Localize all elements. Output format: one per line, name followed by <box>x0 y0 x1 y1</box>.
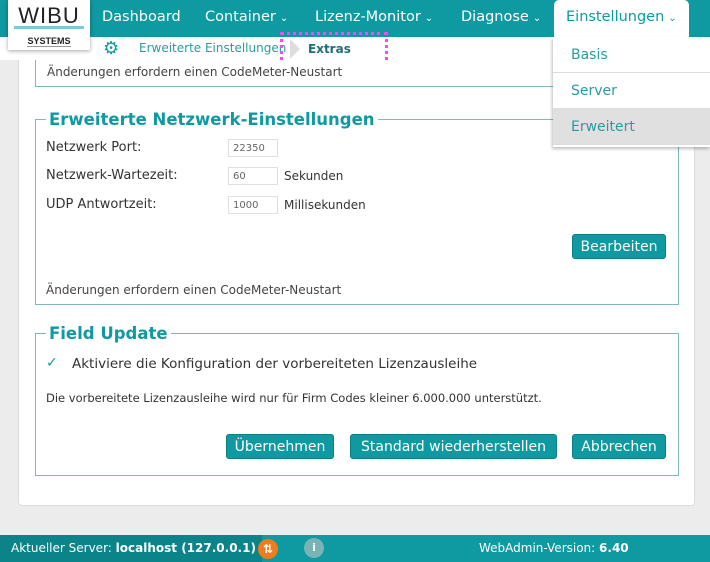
nav-dashboard[interactable]: Dashboard <box>102 0 181 37</box>
network-port-input[interactable]: 22350 <box>228 139 278 157</box>
chevron-down-icon: ⌄ <box>668 13 677 24</box>
chevron-down-icon: ⌄ <box>424 13 434 24</box>
cancel-button[interactable]: Abbrechen <box>572 434 666 459</box>
apply-button[interactable]: Übernehmen <box>226 434 334 459</box>
chevron-down-icon: ⌄ <box>532 13 542 24</box>
menu-item-erweitert[interactable]: Erweitert <box>553 109 710 145</box>
gears-icon: ⚙ <box>103 38 120 59</box>
nav-einstellungen[interactable]: Einstellungen ⌄ <box>554 0 689 37</box>
wibu-logo[interactable]: WIBU SYSTEMS <box>8 0 90 50</box>
menu-item-basis[interactable]: Basis <box>553 37 710 73</box>
status-bar: Aktueller Server: localhost (127.0.0.1) … <box>0 535 710 562</box>
menu-item-server[interactable]: Server <box>553 73 710 109</box>
restore-defaults-button[interactable]: Standard wiederherstellen <box>350 434 557 459</box>
udp-timeout-input[interactable]: 1000 <box>228 196 278 214</box>
breadcrumb-parent[interactable]: Erweiterte Einstellungen <box>139 41 286 55</box>
chevron-down-icon: ⌄ <box>279 13 289 24</box>
edit-button[interactable]: Bearbeiten <box>572 234 666 259</box>
nav-container[interactable]: Container ⌄ <box>205 0 288 37</box>
einstellungen-dropdown: Basis Server Erweitert <box>553 37 710 147</box>
switch-server-icon[interactable]: ⇅ <box>258 539 278 559</box>
checkbox-checked-icon[interactable]: ✓ <box>46 355 58 371</box>
nav-diagnose[interactable]: Diagnose ⌄ <box>461 0 541 37</box>
network-wait-input[interactable]: 60 <box>228 167 278 185</box>
info-icon[interactable]: i <box>304 538 324 558</box>
